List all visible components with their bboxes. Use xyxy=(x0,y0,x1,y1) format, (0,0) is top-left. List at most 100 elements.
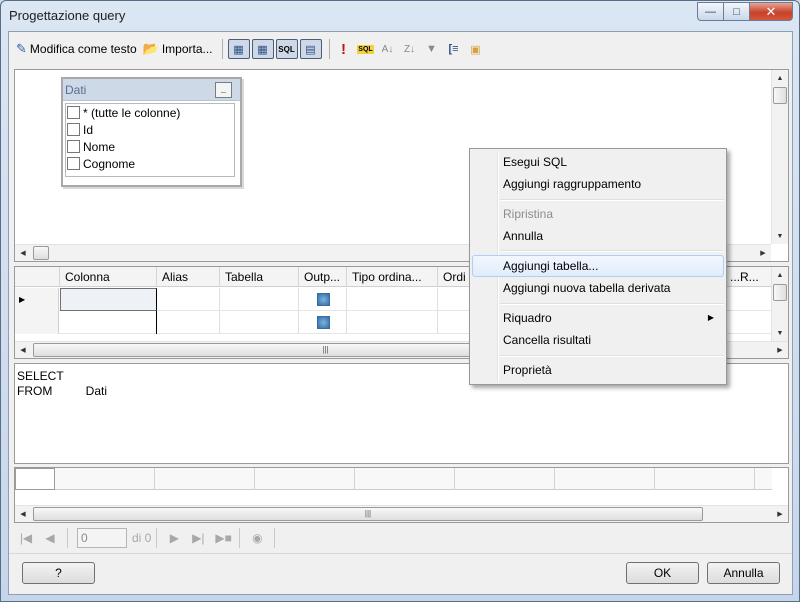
menu-item-properties[interactable]: Proprietà xyxy=(472,359,724,381)
scroll-thumb[interactable] xyxy=(773,284,787,301)
diagram-vertical-scrollbar[interactable]: ▲ ▼ xyxy=(771,70,788,244)
scroll-left-arrow-icon[interactable]: ◀ xyxy=(15,342,31,358)
output-checkbox[interactable] xyxy=(317,293,330,306)
column-row-cognome[interactable]: Cognome xyxy=(66,155,234,172)
grid-header-alias[interactable]: Alias xyxy=(157,267,220,287)
menu-item-add-table[interactable]: Aggiungi tabella... xyxy=(472,255,724,277)
column-row-id[interactable]: Id xyxy=(66,121,234,138)
results-horizontal-scrollbar[interactable]: ◀ ||| ▶ xyxy=(15,505,788,522)
scroll-thumb[interactable] xyxy=(773,87,787,104)
scroll-up-arrow-icon[interactable]: ▲ xyxy=(772,267,788,283)
column-checkbox[interactable] xyxy=(67,140,80,153)
menu-item-run-sql[interactable]: Esegui SQL xyxy=(472,151,724,173)
grid-cell-alias[interactable] xyxy=(157,311,220,334)
menu-item-add-derived-table[interactable]: Aggiungi nuova tabella derivata xyxy=(472,277,724,299)
maximize-button[interactable]: □ xyxy=(723,2,749,21)
navigator-separator xyxy=(239,528,241,548)
grid-cell-output[interactable] xyxy=(299,288,347,311)
show-sql-pane-button[interactable]: SQL xyxy=(275,39,298,59)
scroll-thumb[interactable]: ||| xyxy=(33,507,703,521)
table-box-dati[interactable]: Dati _ * (tutte le colonne) Id Nome Cogn… xyxy=(61,77,242,187)
grid-header-or[interactable]: ...R... xyxy=(725,267,772,287)
scroll-thumb[interactable] xyxy=(33,246,49,260)
exclamation-icon: ! xyxy=(341,40,346,58)
menu-item-undo[interactable]: Annulla xyxy=(472,225,724,247)
last-record-icon[interactable]: ▶| xyxy=(191,531,205,545)
sort-descending-button[interactable]: Z↓ xyxy=(401,40,419,58)
group-by-button[interactable]: [≡ xyxy=(445,40,463,58)
sql-text[interactable]: SELECT FROM Dati xyxy=(17,369,107,399)
scroll-right-arrow-icon[interactable]: ▶ xyxy=(772,506,788,522)
grid-cell-sort-type[interactable] xyxy=(347,288,438,311)
grid-cell-column[interactable] xyxy=(60,288,157,311)
column-row-nome[interactable]: Nome xyxy=(66,138,234,155)
scroll-left-arrow-icon[interactable]: ◀ xyxy=(15,245,31,261)
menu-item-add-group-by[interactable]: Aggiungi raggruppamento xyxy=(472,173,724,195)
new-record-icon[interactable]: ▶■ xyxy=(215,531,231,545)
column-checkbox[interactable] xyxy=(67,157,80,170)
menu-item-clear-results[interactable]: Cancella risultati xyxy=(472,329,724,351)
scroll-right-arrow-icon[interactable]: ▶ xyxy=(755,245,771,261)
menu-item-pane[interactable]: Riquadro ▶ xyxy=(472,307,724,329)
first-record-icon[interactable]: |◀ xyxy=(19,531,33,545)
help-button[interactable]: ? xyxy=(22,562,95,584)
column-checkbox[interactable] xyxy=(67,106,80,119)
show-grid-pane-button[interactable]: ▦ xyxy=(251,39,274,59)
scroll-right-arrow-icon[interactable]: ▶ xyxy=(772,342,788,358)
grid-header-output[interactable]: Outp... xyxy=(299,267,347,287)
grid-header-sort-order[interactable]: Ordi xyxy=(438,267,472,287)
grid-cell-output[interactable] xyxy=(299,311,347,334)
record-number-input[interactable]: 0 xyxy=(77,528,127,548)
row-selector[interactable]: ▶ xyxy=(15,288,59,311)
output-checkbox[interactable] xyxy=(317,316,330,329)
next-record-icon[interactable]: ▶ xyxy=(167,531,181,545)
minimize-icon: — xyxy=(705,5,716,18)
scroll-up-arrow-icon[interactable]: ▲ xyxy=(772,70,788,86)
results-header-cell xyxy=(155,468,255,490)
run-button[interactable]: ! xyxy=(335,40,353,58)
grid-cell-column[interactable] xyxy=(60,311,157,334)
scroll-down-arrow-icon[interactable]: ▼ xyxy=(772,228,788,244)
previous-record-icon[interactable]: ◀ xyxy=(43,531,57,545)
grid-cell-table[interactable] xyxy=(220,311,299,334)
grid-vertical-scrollbar[interactable]: ▲ ▼ xyxy=(771,267,788,341)
add-table-button[interactable]: ▣ xyxy=(467,40,485,58)
scroll-left-arrow-icon[interactable]: ◀ xyxy=(15,506,31,522)
column-checkbox[interactable] xyxy=(67,123,80,136)
grid-corner xyxy=(15,267,60,287)
results-pane[interactable]: ◀ ||| ▶ xyxy=(14,467,789,523)
stop-icon[interactable]: ◉ xyxy=(250,531,264,545)
grid-cell-table[interactable] xyxy=(220,288,299,311)
ok-button[interactable]: OK xyxy=(626,562,699,584)
grid-cell-sort-type[interactable] xyxy=(347,311,438,334)
grid-header-table[interactable]: Tabella xyxy=(220,267,299,287)
sort-ascending-button[interactable]: A↓ xyxy=(379,40,397,58)
minimize-button[interactable]: — xyxy=(697,2,723,21)
dialog-footer: ? OK Annulla xyxy=(9,553,792,594)
import-button[interactable]: 📂 Importa... xyxy=(141,38,215,60)
navigator-separator xyxy=(156,528,158,548)
grid-header-column[interactable]: Colonna xyxy=(60,267,157,287)
show-results-pane-button[interactable]: ▤ xyxy=(299,39,322,59)
navigator-separator xyxy=(67,528,68,548)
title-bar[interactable]: Progettazione query — □ ✕ xyxy=(1,1,799,31)
cancel-button[interactable]: Annulla xyxy=(707,562,780,584)
menu-item-redo[interactable]: Ripristina xyxy=(472,203,724,225)
grid-header-sort-type[interactable]: Tipo ordina... xyxy=(347,267,438,287)
row-selector[interactable] xyxy=(15,311,59,334)
sql-line-from: FROM Dati xyxy=(17,384,108,398)
sql-pane-icon: SQL xyxy=(278,44,295,54)
edit-as-text-button[interactable]: ✎ Modifica come testo xyxy=(14,38,139,60)
verify-sql-button[interactable]: SQL xyxy=(357,40,375,58)
scroll-down-arrow-icon[interactable]: ▼ xyxy=(772,325,788,341)
submenu-arrow-icon: ▶ xyxy=(707,313,714,322)
menu-separator xyxy=(500,199,724,201)
table-box-minimize-button[interactable]: _ xyxy=(215,82,232,98)
grid-cell-alias[interactable] xyxy=(157,288,220,311)
close-button[interactable]: ✕ xyxy=(749,2,793,21)
filter-button[interactable]: ▼ xyxy=(423,40,441,58)
table-box-header[interactable]: Dati _ xyxy=(63,79,240,101)
table-columns-list: * (tutte le colonne) Id Nome Cognome xyxy=(65,103,235,177)
show-diagram-pane-button[interactable]: ▦ xyxy=(227,39,250,59)
column-row-all[interactable]: * (tutte le colonne) xyxy=(66,104,234,121)
